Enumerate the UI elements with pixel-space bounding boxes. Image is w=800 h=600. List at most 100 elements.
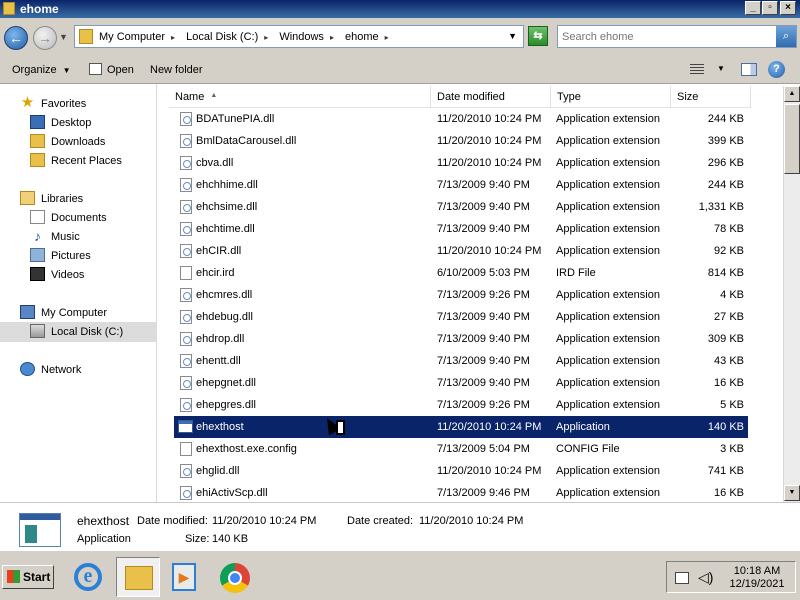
file-row[interactable]: ehentt.dll 7/13/2009 9:40 PM Application e… (174, 350, 748, 372)
file-row[interactable]: ehcmres.dll 7/13/2009 9:26 PM Application … (174, 284, 748, 306)
maximize-button[interactable]: ▫ (762, 1, 778, 15)
file-date-modified: 7/13/2009 9:40 PM (437, 377, 530, 389)
column-header-type[interactable]: Type (551, 86, 671, 108)
nav-my-computer[interactable]: My Computer (20, 304, 107, 323)
file-size: 16 KB (714, 487, 744, 499)
file-row[interactable]: ehdrop.dll 7/13/2009 9:40 PM Application e… (174, 328, 748, 350)
dll-file-icon (180, 288, 192, 302)
column-header-name[interactable]: Name ▲ (169, 86, 431, 108)
dll-file-icon (180, 464, 192, 478)
file-name: ehglid.dll (196, 465, 240, 477)
scroll-up-button[interactable]: ▲ (784, 86, 800, 102)
navigation-pane: ★ Favorites Desktop Downloads Recent Plac… (0, 84, 157, 502)
chevron-down-icon[interactable]: ▼ (717, 64, 725, 73)
nav-label: Recent Places (51, 155, 122, 167)
dll-file-icon (180, 156, 192, 170)
search-icon[interactable]: ⌕ (776, 26, 796, 47)
nav-libraries[interactable]: Libraries (20, 190, 83, 209)
close-button[interactable]: × (780, 1, 796, 15)
application-icon (178, 420, 193, 433)
file-row[interactable]: ehchsime.dll 7/13/2009 9:40 PM Application… (174, 196, 748, 218)
file-date-modified: 7/13/2009 5:04 PM (437, 443, 530, 455)
breadcrumb-my-computer[interactable]: My Computer (99, 31, 165, 43)
scroll-thumb[interactable] (784, 104, 800, 174)
file-row[interactable]: ehchtime.dll 7/13/2009 9:40 PM Application… (174, 218, 748, 240)
back-button[interactable]: ← (4, 26, 28, 50)
views-icon[interactable] (690, 64, 704, 75)
file-row[interactable]: ehCIR.dll 11/20/2010 10:24 PM Application … (174, 240, 748, 262)
file-size: 16 KB (714, 377, 744, 389)
taskbar-windows-explorer[interactable] (116, 557, 160, 597)
chevron-right-icon[interactable]: ▸ (264, 33, 268, 42)
file-name: ehentt.dll (196, 355, 241, 367)
details-created-value: 11/20/2010 10:24 PM (419, 515, 524, 527)
address-dropdown-icon[interactable]: ▼ (508, 31, 517, 41)
file-row[interactable]: ehglid.dll 11/20/2010 10:24 PM Application… (174, 460, 748, 482)
breadcrumb-local-disk[interactable]: Local Disk (C:) (186, 31, 258, 43)
address-bar[interactable]: My Computer ▸ Local Disk (C:) ▸ Windows ▸ e… (74, 25, 524, 48)
refresh-button[interactable]: ⇆ (528, 26, 548, 46)
nav-videos[interactable]: Videos (30, 266, 84, 285)
file-row[interactable]: ehexthost 11/20/2010 10:24 PM Application 1… (174, 416, 748, 438)
file-type: Application extension (556, 223, 660, 235)
start-button[interactable]: Start (2, 565, 54, 589)
new-folder-button[interactable]: New folder (150, 64, 203, 76)
file-row[interactable]: ehchhime.dll 7/13/2009 9:40 PM Application… (174, 174, 748, 196)
vertical-scrollbar[interactable]: ▲ ▼ (783, 86, 800, 502)
breadcrumb-ehome[interactable]: ehome (345, 31, 379, 43)
dll-file-icon (180, 354, 192, 368)
history-dropdown-icon[interactable]: ▼ (59, 32, 68, 42)
network-status-icon[interactable] (675, 572, 689, 584)
nav-local-disk[interactable]: Local Disk (C:) (30, 323, 123, 342)
taskbar-chrome[interactable] (212, 557, 256, 597)
nav-label: Local Disk (C:) (51, 326, 124, 338)
taskbar-media-player[interactable]: ▶ (162, 557, 206, 597)
minimize-button[interactable]: _ (745, 1, 761, 15)
file-row[interactable]: ehiActivScp.dll 7/13/2009 9:46 PM Applicat… (174, 482, 748, 502)
nav-label: Favorites (41, 98, 87, 110)
column-header-date-modified[interactable]: Date modified (431, 86, 551, 108)
speaker-icon[interactable]: ◁) (698, 569, 713, 586)
dll-file-icon (180, 310, 192, 324)
file-name: ehdrop.dll (196, 333, 245, 345)
help-icon[interactable]: ? (768, 61, 785, 78)
nav-recent-places[interactable]: Recent Places (30, 152, 122, 171)
nav-downloads[interactable]: Downloads (30, 133, 105, 152)
preview-pane-icon[interactable] (741, 63, 757, 76)
forward-button[interactable]: → (33, 26, 57, 50)
file-row[interactable]: BDATunePIA.dll 11/20/2010 10:24 PM Applica… (174, 108, 748, 130)
chevron-right-icon[interactable]: ▸ (330, 33, 334, 42)
nav-desktop[interactable]: Desktop (30, 114, 91, 133)
nav-music[interactable]: ♪ Music (30, 228, 80, 247)
file-row[interactable]: BmlDataCarousel.dll 11/20/2010 10:24 PM Ap… (174, 130, 748, 152)
file-type: Application extension (556, 311, 660, 323)
file-date-modified: 7/13/2009 9:26 PM (437, 289, 530, 301)
file-row[interactable]: ehepgnet.dll 7/13/2009 9:40 PM Application… (174, 372, 748, 394)
search-input[interactable] (558, 26, 776, 47)
column-header-size[interactable]: Size (671, 86, 751, 108)
scroll-down-button[interactable]: ▼ (784, 485, 800, 501)
file-date-modified: 11/20/2010 10:24 PM (437, 135, 542, 147)
clock[interactable]: 10:18 AM 12/19/2021 (719, 565, 795, 591)
file-row[interactable]: ehepgres.dll 7/13/2009 9:26 PM Application… (174, 394, 748, 416)
organize-button[interactable]: Organize ▼ (12, 64, 71, 76)
breadcrumb: My Computer ▸ Local Disk (C:) ▸ Windows ▸ e… (99, 31, 397, 43)
file-row[interactable]: ehcir.ird 6/10/2009 5:03 PM IRD File 814 KB (174, 262, 748, 284)
details-file-name: ehexthost (77, 514, 130, 528)
file-row[interactable]: ehexthost.exe.config 7/13/2009 5:04 PM CON… (174, 438, 748, 460)
file-size: 814 KB (707, 267, 744, 279)
nav-pictures[interactable]: Pictures (30, 247, 91, 266)
recent-places-icon (30, 153, 45, 168)
nav-network[interactable]: Network (20, 361, 81, 380)
taskbar-internet-explorer[interactable]: e (66, 557, 110, 597)
breadcrumb-windows[interactable]: Windows (279, 31, 324, 43)
file-row[interactable]: cbva.dll 11/20/2010 10:24 PM Application e… (174, 152, 748, 174)
file-size: 4 KB (720, 289, 744, 301)
nav-favorites[interactable]: ★ Favorites (20, 95, 86, 114)
file-row[interactable]: ehdebug.dll 7/13/2009 9:40 PM Application … (174, 306, 748, 328)
chevron-right-icon[interactable]: ▸ (385, 33, 389, 42)
open-button[interactable]: Open (89, 63, 134, 76)
application-thumbnail-icon (19, 513, 61, 547)
nav-documents[interactable]: Documents (30, 209, 107, 228)
chevron-right-icon[interactable]: ▸ (171, 33, 175, 42)
